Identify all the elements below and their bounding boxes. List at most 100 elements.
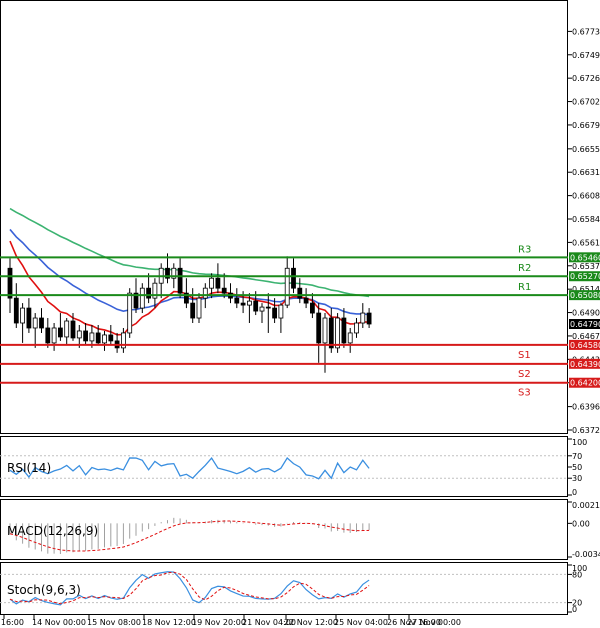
candle-body: [215, 277, 221, 289]
candle-body: [297, 287, 303, 299]
y-tick-label: 50: [572, 463, 582, 472]
candle-body: [328, 317, 334, 349]
candle-body: [20, 307, 26, 324]
level-r3-value: 0.65460: [570, 253, 600, 262]
level-r2-label: R2: [518, 263, 531, 274]
y-tick-label: 0.65375: [572, 262, 600, 271]
level-s3-label: S3: [518, 388, 531, 399]
macd-label: MACD(12,26,9): [7, 524, 98, 538]
chart: R3 R2 R1 S1 S2 S3 0.67730 0.67495 0.67260 0.6702…: [0, 0, 600, 627]
candle-body: [39, 317, 44, 329]
y-tick-label: 0.63960: [572, 403, 600, 412]
y-tick-label: 0.67260: [572, 74, 600, 83]
y-tick-label: 80: [572, 570, 582, 579]
y-tick-label: 100: [572, 438, 587, 447]
candle-body: [83, 330, 88, 342]
candle-body: [64, 320, 70, 338]
candle-body: [26, 307, 32, 329]
candle-body: [108, 334, 114, 342]
level-r1-label: R1: [518, 282, 531, 293]
candle-body: [70, 320, 76, 339]
candle-body: [291, 267, 296, 289]
candle-body: [45, 327, 51, 344]
y-tick-label: 0.66790: [572, 121, 600, 130]
y-tick-label: 0.67495: [572, 51, 600, 60]
x-tick-label: 14 Nov 00:00: [32, 618, 86, 627]
stoch-label: Stoch(9,6,3): [7, 583, 81, 597]
candle-body: [32, 317, 38, 329]
y-tick-label: 70: [572, 452, 582, 461]
candle-body: [190, 302, 196, 319]
y-tick-label: 0.64670: [572, 332, 600, 341]
candle-body: [303, 297, 309, 304]
candle-body: [265, 306, 271, 309]
candle-body: [102, 334, 107, 344]
stoch-pane-frame: [0, 562, 568, 615]
candle-body: [272, 307, 278, 319]
candle-body: [354, 322, 359, 334]
candle-body: [51, 327, 57, 344]
y-tick-label: 0.66080: [572, 192, 600, 201]
y-tick-label: 0.002171: [572, 501, 600, 510]
candle-body: [322, 317, 328, 344]
candle-body: [139, 287, 145, 309]
x-tick-label: 18 Nov 12:00: [142, 618, 196, 627]
y-tick-label: 0.63725: [572, 426, 600, 435]
level-r2-value: 0.65270: [570, 272, 600, 281]
level-s2-label: S2: [518, 369, 531, 380]
x-tick-label: 25 Nov 04:00: [334, 618, 388, 627]
candle-body: [253, 300, 259, 312]
candle-body: [309, 302, 315, 314]
candle-body: [89, 332, 95, 342]
x-tick-label: 22 Nov 12:00: [284, 618, 338, 627]
candle-body: [76, 330, 82, 339]
level-s1-label: S1: [518, 350, 531, 361]
candle-body: [95, 332, 101, 344]
rsi-label: RSI(14): [7, 461, 51, 475]
candle-body: [316, 312, 322, 344]
y-tick-label: 0.66550: [572, 145, 600, 154]
y-tick-label: 0.66315: [572, 168, 600, 177]
y-tick-label: 0.67025: [572, 98, 600, 107]
y-tick-label: 30: [572, 474, 582, 483]
candle-body: [278, 304, 284, 319]
y-tick-label: 0.65845: [572, 215, 600, 224]
candle-body: [259, 306, 265, 312]
candle-body: [341, 317, 347, 344]
candle-body: [360, 312, 366, 324]
x-tick-label: 27 Nov 00:00: [407, 618, 461, 627]
candle-body: [202, 287, 208, 299]
candle-body: [347, 332, 353, 344]
candle-body: [196, 297, 202, 319]
y-tick-label: 0.00: [572, 519, 590, 528]
x-tick-label: 14 Nov 16:00: [0, 618, 24, 627]
y-tick-label: 0.65610: [572, 238, 600, 247]
candle-body: [209, 277, 215, 289]
y-tick-label: 0.67730: [572, 27, 600, 36]
candle-body: [7, 267, 13, 299]
candle-body: [284, 267, 290, 306]
level-r1-value: 0.65080: [570, 291, 600, 300]
current-price-value: 0.64790: [570, 320, 600, 329]
y-tick-label: 0.64905: [572, 309, 600, 318]
level-s1-value: 0.64580: [570, 341, 600, 350]
candle-body: [240, 302, 246, 306]
y-tick-label: 0: [572, 605, 577, 614]
candle-body: [221, 287, 227, 294]
candle-body: [13, 297, 19, 324]
y-tick-label: 0: [572, 488, 577, 497]
y-tick-label: -0.003423: [572, 550, 600, 559]
candle-body: [246, 300, 252, 306]
candle-body: [234, 297, 240, 304]
level-s2-value: 0.64390: [570, 360, 600, 369]
x-tick-label: 19 Nov 20:00: [192, 618, 246, 627]
level-r3-label: R3: [518, 244, 531, 255]
candle-body: [127, 292, 133, 334]
level-s3-value: 0.64200: [570, 379, 600, 388]
candle-body: [366, 312, 372, 325]
rsi-pane-frame: [0, 436, 568, 497]
price-pane-frame: [0, 0, 568, 434]
candle-body: [58, 327, 63, 338]
x-tick-label: 15 Nov 08:00: [87, 618, 141, 627]
candle-body: [335, 317, 341, 349]
